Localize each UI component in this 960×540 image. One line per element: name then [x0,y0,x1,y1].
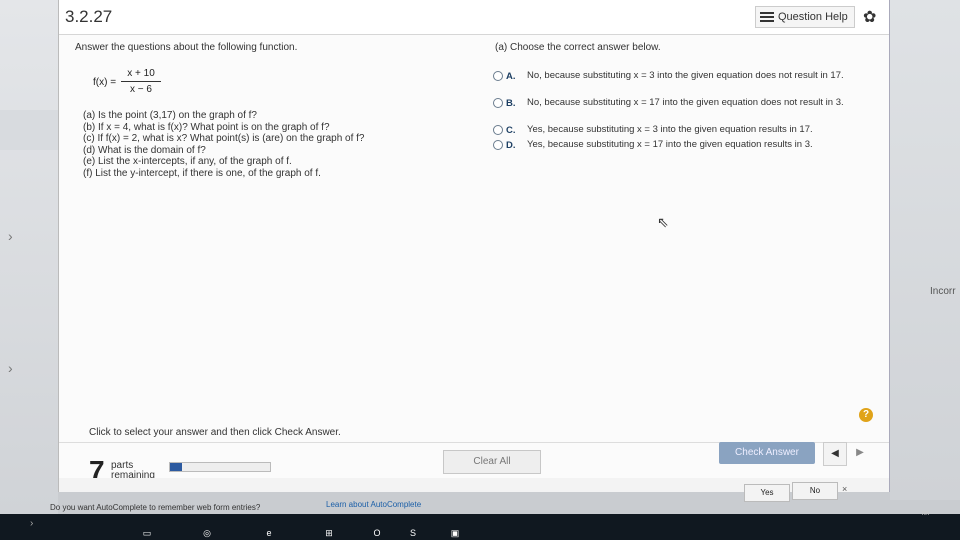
option-letter: A. [506,71,516,82]
function-lhs: f(x) = [93,77,117,88]
skype-icon[interactable]: S [406,526,420,540]
left-sidebar-band [0,110,58,150]
taskbar-chevron-icon[interactable]: › [30,518,33,529]
radio-button[interactable] [493,98,503,108]
autocomplete-message: Do you want AutoComplete to remember web… [50,503,261,512]
option-text: No, because substituting x = 3 into the … [527,70,844,81]
help-icon[interactable]: ? [859,408,873,422]
radio-button[interactable] [493,71,503,81]
numerator: x + 10 [121,68,161,82]
instruction-text: Click to select your answer and then cli… [89,427,341,438]
exercise-number: 3.2.27 [65,7,113,26]
chrome-icon[interactable]: ◎ [200,526,214,540]
radio-button[interactable] [493,140,503,150]
parts-progress-bar [169,462,271,472]
autocomplete-yes-button[interactable]: Yes [744,484,790,502]
option-letter: C. [506,125,516,136]
option-d[interactable]: D. Yes, because substituting x = 17 into… [493,139,873,154]
title-bar: 3.2.27 Question Help ✿ [59,0,889,35]
previous-part-button[interactable]: ◀ [823,442,847,466]
option-a[interactable]: A. No, because substituting x = 3 into t… [493,70,873,97]
question-help-button[interactable]: Question Help [755,6,855,28]
radio-button[interactable] [493,125,503,135]
question-item: (a) Is the point (3,17) on the graph of … [83,110,257,121]
autocomplete-no-button[interactable]: No [792,482,838,500]
check-answer-button[interactable]: Check Answer [719,442,815,464]
option-b[interactable]: B. No, because substituting x = 17 into … [493,97,873,124]
edge-icon[interactable]: e [262,526,276,540]
next-part-button[interactable]: ▶ [849,442,871,464]
question-item: (d) What is the domain of f? [83,144,206,156]
app-icon[interactable]: ▣ [448,526,462,540]
option-c[interactable]: C. Yes, because substituting x = 3 into … [493,124,873,139]
gear-icon[interactable]: ✿ [863,7,876,27]
option-text: Yes, because substituting x = 3 into the… [527,124,813,135]
question-item: (b) If x = 4, what is f(x)? What point i… [83,121,330,133]
mouse-cursor-icon: ⇖ [657,214,669,230]
autocomplete-close-icon[interactable]: × [842,484,847,494]
progress-fill [170,463,182,471]
answer-options: A. No, because substituting x = 3 into t… [493,70,873,154]
option-letter: B. [506,98,516,109]
right-sidebar [890,0,960,500]
question-item: (c) If f(x) = 2, what is x? What point(s… [83,133,365,145]
list-icon [760,12,774,22]
windows-taskbar: ▭ ◎ e ⊞ O S ▣ [0,514,960,540]
autocomplete-learn-link[interactable]: Learn about AutoComplete [326,500,421,509]
option-text: Yes, because substituting x = 17 into th… [527,139,813,150]
question-item: (f) List the y-intercept, if there is on… [83,167,321,179]
denominator: x − 6 [130,84,152,95]
system-tray-people-icon[interactable]: ᴿᴿ [922,510,929,519]
option-letter: D. [506,140,516,151]
question-item: (e) List the x-intercepts, if any, of th… [83,156,292,168]
question-help-label: Question Help [778,11,848,23]
problem-prompt: Answer the questions about the following… [75,42,298,53]
expand-chevron-icon[interactable]: › [8,228,13,244]
left-sidebar: › › [0,0,58,540]
question-panel: 3.2.27 Question Help ✿ Answer the questi… [58,0,890,492]
option-text: No, because substituting x = 17 into the… [527,97,844,108]
incorrect-label: Incorr [930,286,956,297]
folder-icon[interactable]: ▭ [140,526,154,540]
question-list: (a) Is the point (3,17) on the graph of … [83,110,365,180]
windows-icon[interactable]: ⊞ [322,526,336,540]
function-fraction: x + 10 x − 6 [121,68,161,95]
outlook-icon[interactable]: O [370,526,384,540]
clear-all-button[interactable]: Clear All [443,450,541,474]
expand-chevron-icon-2[interactable]: › [8,360,13,376]
answer-prompt: (a) Choose the correct answer below. [495,42,661,53]
